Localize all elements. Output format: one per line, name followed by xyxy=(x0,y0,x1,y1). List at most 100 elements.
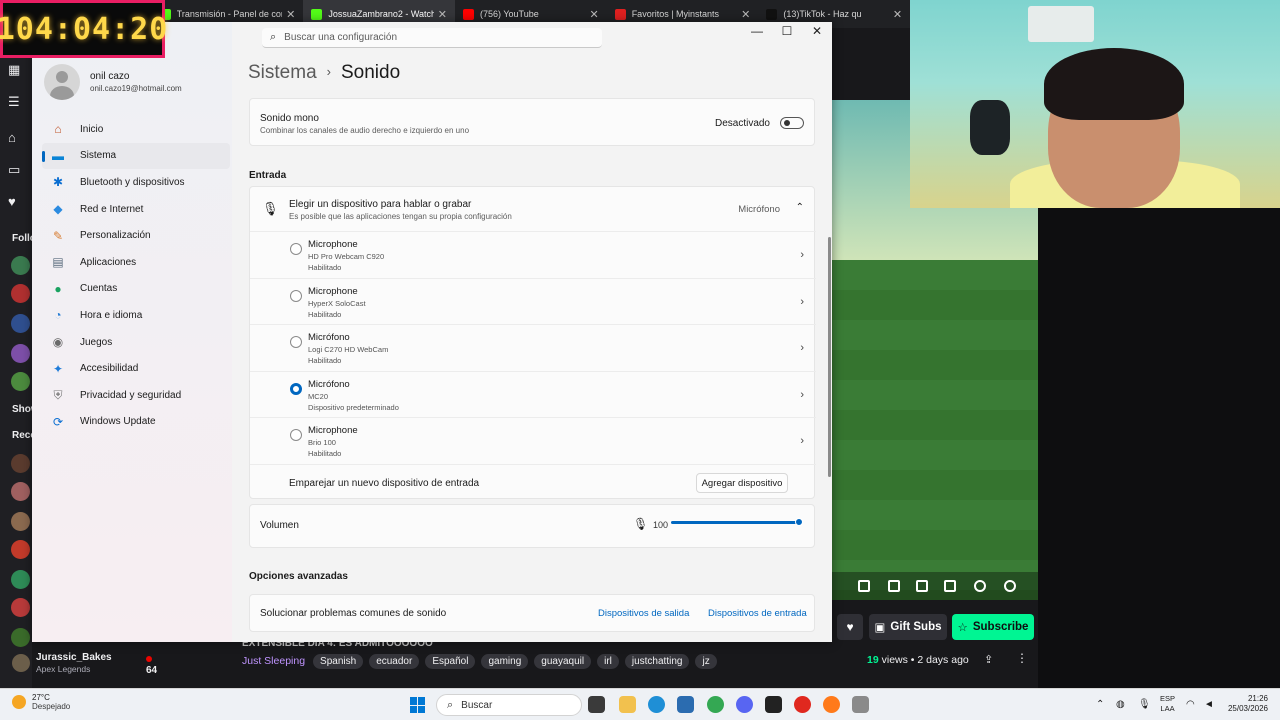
gift-subs-button[interactable]: ▣ Gift Subs xyxy=(869,614,947,640)
channel-avatar[interactable] xyxy=(11,372,30,391)
sidebar-item-hora-e-idioma[interactable]: ◔ Hora e idioma xyxy=(42,302,230,329)
stream-tag[interactable]: justchatting xyxy=(624,653,690,669)
speed-icon[interactable] xyxy=(974,580,986,592)
stream-tag[interactable]: irl xyxy=(597,653,619,669)
channel-avatar[interactable] xyxy=(11,628,30,647)
chevron-right-icon[interactable]: › xyxy=(800,296,804,308)
input-device-row[interactable]: Micrófono Logi C270 HD WebCam Habilitado › xyxy=(250,324,816,371)
input-device-row[interactable]: Microphone HyperX SoloCast Habilitado › xyxy=(250,277,816,325)
more-options-icon[interactable]: ⋮ xyxy=(1016,651,1028,665)
clip-icon[interactable] xyxy=(858,580,870,592)
file-explorer-icon[interactable] xyxy=(619,696,636,713)
grid-icon[interactable]: ▦ xyxy=(8,62,20,78)
edge-icon[interactable] xyxy=(648,696,665,713)
sidebar-item-inicio[interactable]: ⌂ Inicio xyxy=(42,116,230,143)
discord-icon[interactable] xyxy=(736,696,753,713)
stream-tag[interactable]: Español xyxy=(425,653,476,669)
settings-gear-icon[interactable] xyxy=(1004,580,1016,592)
close-button[interactable]: ✕ xyxy=(802,24,832,38)
system-clock[interactable]: 21:26 25/03/2026 xyxy=(1224,694,1268,714)
chevron-right-icon[interactable]: › xyxy=(800,389,804,401)
stream-tag[interactable]: jz xyxy=(695,653,717,669)
weather-widget[interactable]: 27°C Despejado xyxy=(12,693,70,711)
sidebar-item-windows-update[interactable]: ⟳ Windows Update xyxy=(42,409,230,436)
volume-icon[interactable]: ◄ xyxy=(1204,699,1214,710)
input-device-row[interactable]: Microphone HD Pro Webcam C920 Habilitado › xyxy=(250,231,816,278)
channel-avatar[interactable] xyxy=(11,570,30,589)
channel-avatar[interactable] xyxy=(11,598,30,617)
mono-toggle[interactable] xyxy=(780,117,804,129)
opera-icon[interactable] xyxy=(794,696,811,713)
settings-app-icon[interactable] xyxy=(852,696,869,713)
input-language[interactable]: ESP LAA xyxy=(1160,694,1175,714)
network-icon[interactable]: ◍ xyxy=(1116,699,1125,710)
close-tab-icon[interactable]: ✕ xyxy=(589,8,598,21)
stream-tag[interactable]: guayaquil xyxy=(534,653,592,669)
sidebar-item-juegos[interactable]: ◉ Juegos xyxy=(42,329,230,356)
input-devices-link[interactable]: Dispositivos de entrada xyxy=(708,608,807,619)
chevron-up-icon[interactable]: ⌃ xyxy=(1096,699,1104,710)
channel-avatar[interactable] xyxy=(11,540,30,559)
wifi-icon[interactable]: ◠ xyxy=(1186,699,1195,710)
input-device-row[interactable]: Microphone Brio 100 Habilitado › xyxy=(250,417,816,464)
channel-avatar[interactable] xyxy=(11,284,30,303)
obs-icon[interactable] xyxy=(765,696,782,713)
sidebar-item-privacidad-y-seguridad[interactable]: ⛨ Privacidad y seguridad xyxy=(42,382,230,409)
user-profile[interactable]: onil cazo onil.cazo19@hotmail.com xyxy=(44,64,182,100)
settings-search-input[interactable]: ⌕ Buscar una configuración xyxy=(262,28,602,48)
settings-scrollbar[interactable] xyxy=(828,237,831,477)
chrome-icon[interactable] xyxy=(707,696,724,713)
theatre-icon[interactable] xyxy=(888,580,900,592)
volume-slider-thumb[interactable] xyxy=(795,518,803,526)
taskbar-search[interactable]: ⌕ Buscar xyxy=(436,694,582,716)
device-radio[interactable] xyxy=(290,243,302,255)
device-radio[interactable] xyxy=(290,336,302,349)
browse-icon[interactable]: ▭ xyxy=(8,162,20,178)
task-view-icon[interactable] xyxy=(588,696,605,713)
channel-avatar[interactable] xyxy=(11,256,30,275)
stream-tag[interactable]: Spanish xyxy=(313,653,364,669)
stream-tag[interactable]: ecuador xyxy=(369,653,420,669)
sidebar-item-red-e-internet[interactable]: ◆ Red e Internet xyxy=(42,196,230,223)
firefox-icon[interactable] xyxy=(823,696,840,713)
recommended-channel-row[interactable]: Jurassic_Bakes Apex Legends 64 xyxy=(12,652,157,676)
maximize-button[interactable]: ☐ xyxy=(772,24,802,38)
share-icon[interactable]: ⇪ xyxy=(984,653,993,666)
stream-tag[interactable]: gaming xyxy=(481,653,529,669)
channel-avatar[interactable] xyxy=(11,482,30,501)
output-devices-link[interactable]: Dispositivos de salida xyxy=(598,608,689,619)
miniplayer-icon[interactable] xyxy=(916,580,928,592)
fullscreen-icon[interactable] xyxy=(944,580,956,592)
close-tab-icon[interactable]: ✕ xyxy=(741,8,750,21)
sidebar-item-personalización[interactable]: ✎ Personalización xyxy=(42,222,230,249)
channel-avatar[interactable] xyxy=(11,512,30,531)
channel-avatar[interactable] xyxy=(11,314,30,333)
channel-avatar[interactable] xyxy=(11,344,30,363)
sidebar-item-bluetooth-y-dispositivos[interactable]: ✱ Bluetooth y dispositivos xyxy=(42,169,230,196)
store-icon[interactable] xyxy=(677,696,694,713)
close-tab-icon[interactable]: ✕ xyxy=(893,8,902,21)
microphone-icon[interactable]: 🎙 xyxy=(1138,699,1151,710)
close-tab-icon[interactable]: ✕ xyxy=(286,8,295,21)
input-device-header[interactable]: 🎙 Elegir un dispositivo para hablar o gr… xyxy=(250,187,816,231)
breadcrumb-parent[interactable]: Sistema xyxy=(248,62,317,83)
device-radio[interactable] xyxy=(290,382,302,395)
sidebar-item-accesibilidad[interactable]: ✦ Accesibilidad xyxy=(42,355,230,382)
subscribe-button[interactable]: ☆ Subscribe xyxy=(952,614,1034,640)
sidebar-item-aplicaciones[interactable]: ▤ Aplicaciones xyxy=(42,249,230,276)
chevron-right-icon[interactable]: › xyxy=(800,249,804,261)
sidebar-item-sistema[interactable]: ▬ Sistema xyxy=(42,142,230,170)
device-radio[interactable] xyxy=(290,289,302,302)
chevron-right-icon[interactable]: › xyxy=(800,435,804,447)
device-radio[interactable] xyxy=(290,429,302,442)
add-device-button[interactable]: Agregar dispositivo xyxy=(696,473,788,493)
chevron-right-icon[interactable]: › xyxy=(800,342,804,354)
menu-icon[interactable]: ☰ xyxy=(8,94,20,110)
sidebar-item-cuentas[interactable]: ● Cuentas xyxy=(42,276,230,303)
minimize-button[interactable]: — xyxy=(742,24,772,38)
close-tab-icon[interactable]: ✕ xyxy=(438,8,447,21)
follow-heart-button[interactable]: ♥ xyxy=(837,614,863,640)
heart-icon[interactable]: ♥ xyxy=(8,194,16,209)
channel-avatar[interactable] xyxy=(11,454,30,473)
stream-category[interactable]: Just Sleeping xyxy=(242,655,305,667)
